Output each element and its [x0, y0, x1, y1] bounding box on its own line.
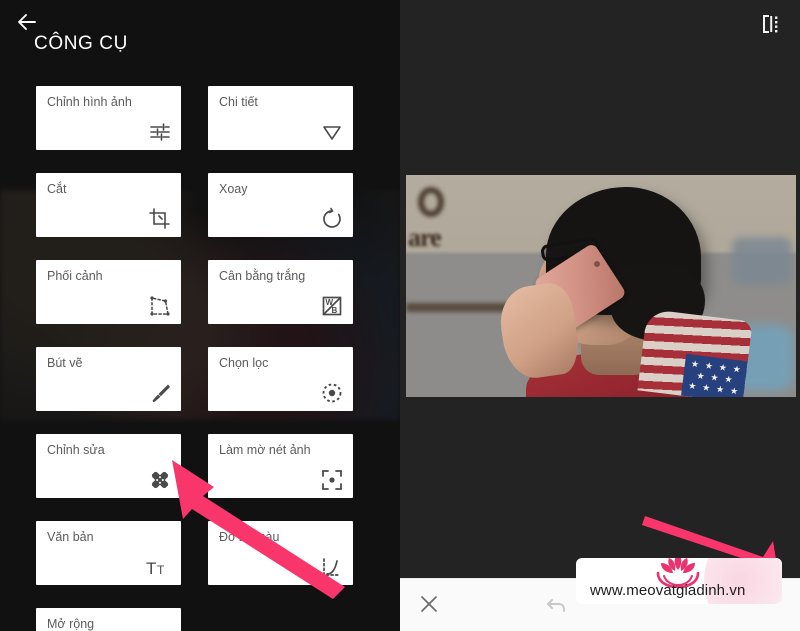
selective-icon — [318, 379, 344, 405]
svg-text:T: T — [146, 559, 156, 578]
tool-card-curves[interactable]: Đồ thị màu — [208, 521, 353, 585]
lens-blur-icon — [318, 466, 344, 492]
watermark-overlay: www.meovatgiadinh.vn — [576, 558, 782, 604]
compare-button[interactable] — [756, 11, 786, 41]
tune-sliders-icon — [146, 118, 172, 144]
tool-card-lens-blur[interactable]: Làm mờ nét ảnh — [208, 434, 353, 498]
tool-label: Xoay — [219, 182, 248, 196]
rotate-icon — [318, 205, 344, 231]
tools-panel: CÔNG CỤ Chỉnh hình ảnh Chi tiết Cắt Xoay… — [0, 0, 400, 631]
white-balance-icon: W B — [318, 292, 344, 318]
tool-card-tune-image[interactable]: Chỉnh hình ảnh — [36, 86, 181, 150]
photo-preview-area: are ★ ★ ★ ★ ★ ★ ★ ★ ★ ★ ★ — [400, 0, 800, 631]
tool-label: Chọn lọc — [219, 356, 269, 370]
close-button[interactable] — [412, 589, 446, 623]
healing-icon — [146, 466, 172, 492]
svg-text:T: T — [157, 563, 165, 577]
perspective-icon — [146, 292, 172, 318]
tool-label: Làm mờ nét ảnh — [219, 443, 311, 457]
tool-card-crop[interactable]: Cắt — [36, 173, 181, 237]
tool-label: Đồ thị màu — [219, 530, 280, 544]
undo-button[interactable] — [540, 589, 574, 623]
tool-card-perspective[interactable]: Phối cảnh — [36, 260, 181, 324]
undo-arrow-icon — [545, 592, 569, 621]
crop-icon — [146, 205, 172, 231]
edited-photo[interactable]: are ★ ★ ★ ★ ★ ★ ★ ★ ★ ★ ★ — [406, 175, 796, 397]
close-x-icon — [418, 593, 440, 620]
compare-icon — [761, 14, 781, 39]
watermark-text: www.meovatgiadinh.vn — [590, 582, 746, 599]
tool-card-healing[interactable]: Chỉnh sửa — [36, 434, 181, 498]
tool-card-text[interactable]: Văn bản T T — [36, 521, 181, 585]
curves-icon — [318, 553, 344, 579]
tool-label: Cân bằng trắng — [219, 269, 306, 283]
tool-label: Chỉnh hình ảnh — [47, 95, 132, 109]
tool-card-details[interactable]: Chi tiết — [208, 86, 353, 150]
details-triangle-icon — [318, 118, 344, 144]
tool-label: Mở rộng — [47, 617, 95, 631]
tool-label: Cắt — [47, 182, 67, 196]
tool-label: Chỉnh sửa — [47, 443, 105, 457]
page-title: CÔNG CỤ — [34, 33, 128, 54]
tool-card-rotate[interactable]: Xoay — [208, 173, 353, 237]
tool-label: Văn bản — [47, 530, 94, 544]
tool-label: Chi tiết — [219, 95, 258, 109]
tool-card-expand[interactable]: Mở rộng — [36, 608, 181, 631]
svg-text:B: B — [332, 306, 338, 315]
tool-label: Phối cảnh — [47, 269, 103, 283]
tool-card-brush[interactable]: Bút vẽ — [36, 347, 181, 411]
tools-grid: Chỉnh hình ảnh Chi tiết Cắt Xoay Phối cả… — [36, 86, 356, 631]
tool-card-selective[interactable]: Chọn lọc — [208, 347, 353, 411]
brush-icon — [146, 379, 172, 405]
tool-card-white-balance[interactable]: Cân bằng trắng W B — [208, 260, 353, 324]
text-icon: T T — [146, 553, 172, 579]
tool-label: Bút vẽ — [47, 356, 83, 370]
